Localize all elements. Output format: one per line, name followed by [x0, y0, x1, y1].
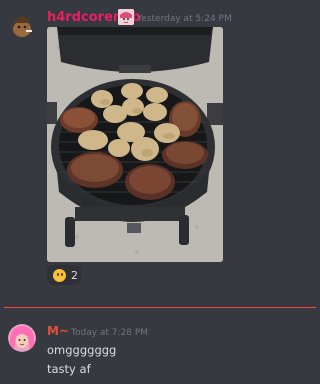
reaction-grinning-face[interactable]: 2	[47, 265, 81, 285]
reaction-count: 2	[71, 268, 78, 282]
grill-photo-attachment[interactable]	[47, 27, 223, 262]
new-messages-divider	[4, 307, 316, 308]
message-timestamp[interactable]: Yesterday at 5:24 PM	[137, 14, 232, 24]
user-avatar-h4rdcorenub[interactable]	[8, 12, 36, 40]
message-m: M~ Today at 7:28 PM omggggggg tasty af	[0, 310, 316, 384]
message-line: tasty af	[47, 362, 91, 376]
grinning-face-icon	[53, 268, 66, 282]
message-h4rdcorenub: h4rdcorenub Yesterday at 5:24 PM 2	[0, 0, 316, 300]
user-avatar-m[interactable]	[8, 324, 36, 352]
message-line: omggggggg	[47, 343, 117, 357]
message-timestamp[interactable]: Today at 7:28 PM	[71, 328, 148, 338]
username-m[interactable]: M~	[47, 324, 69, 338]
anime-avatar-badge-icon	[118, 9, 134, 25]
